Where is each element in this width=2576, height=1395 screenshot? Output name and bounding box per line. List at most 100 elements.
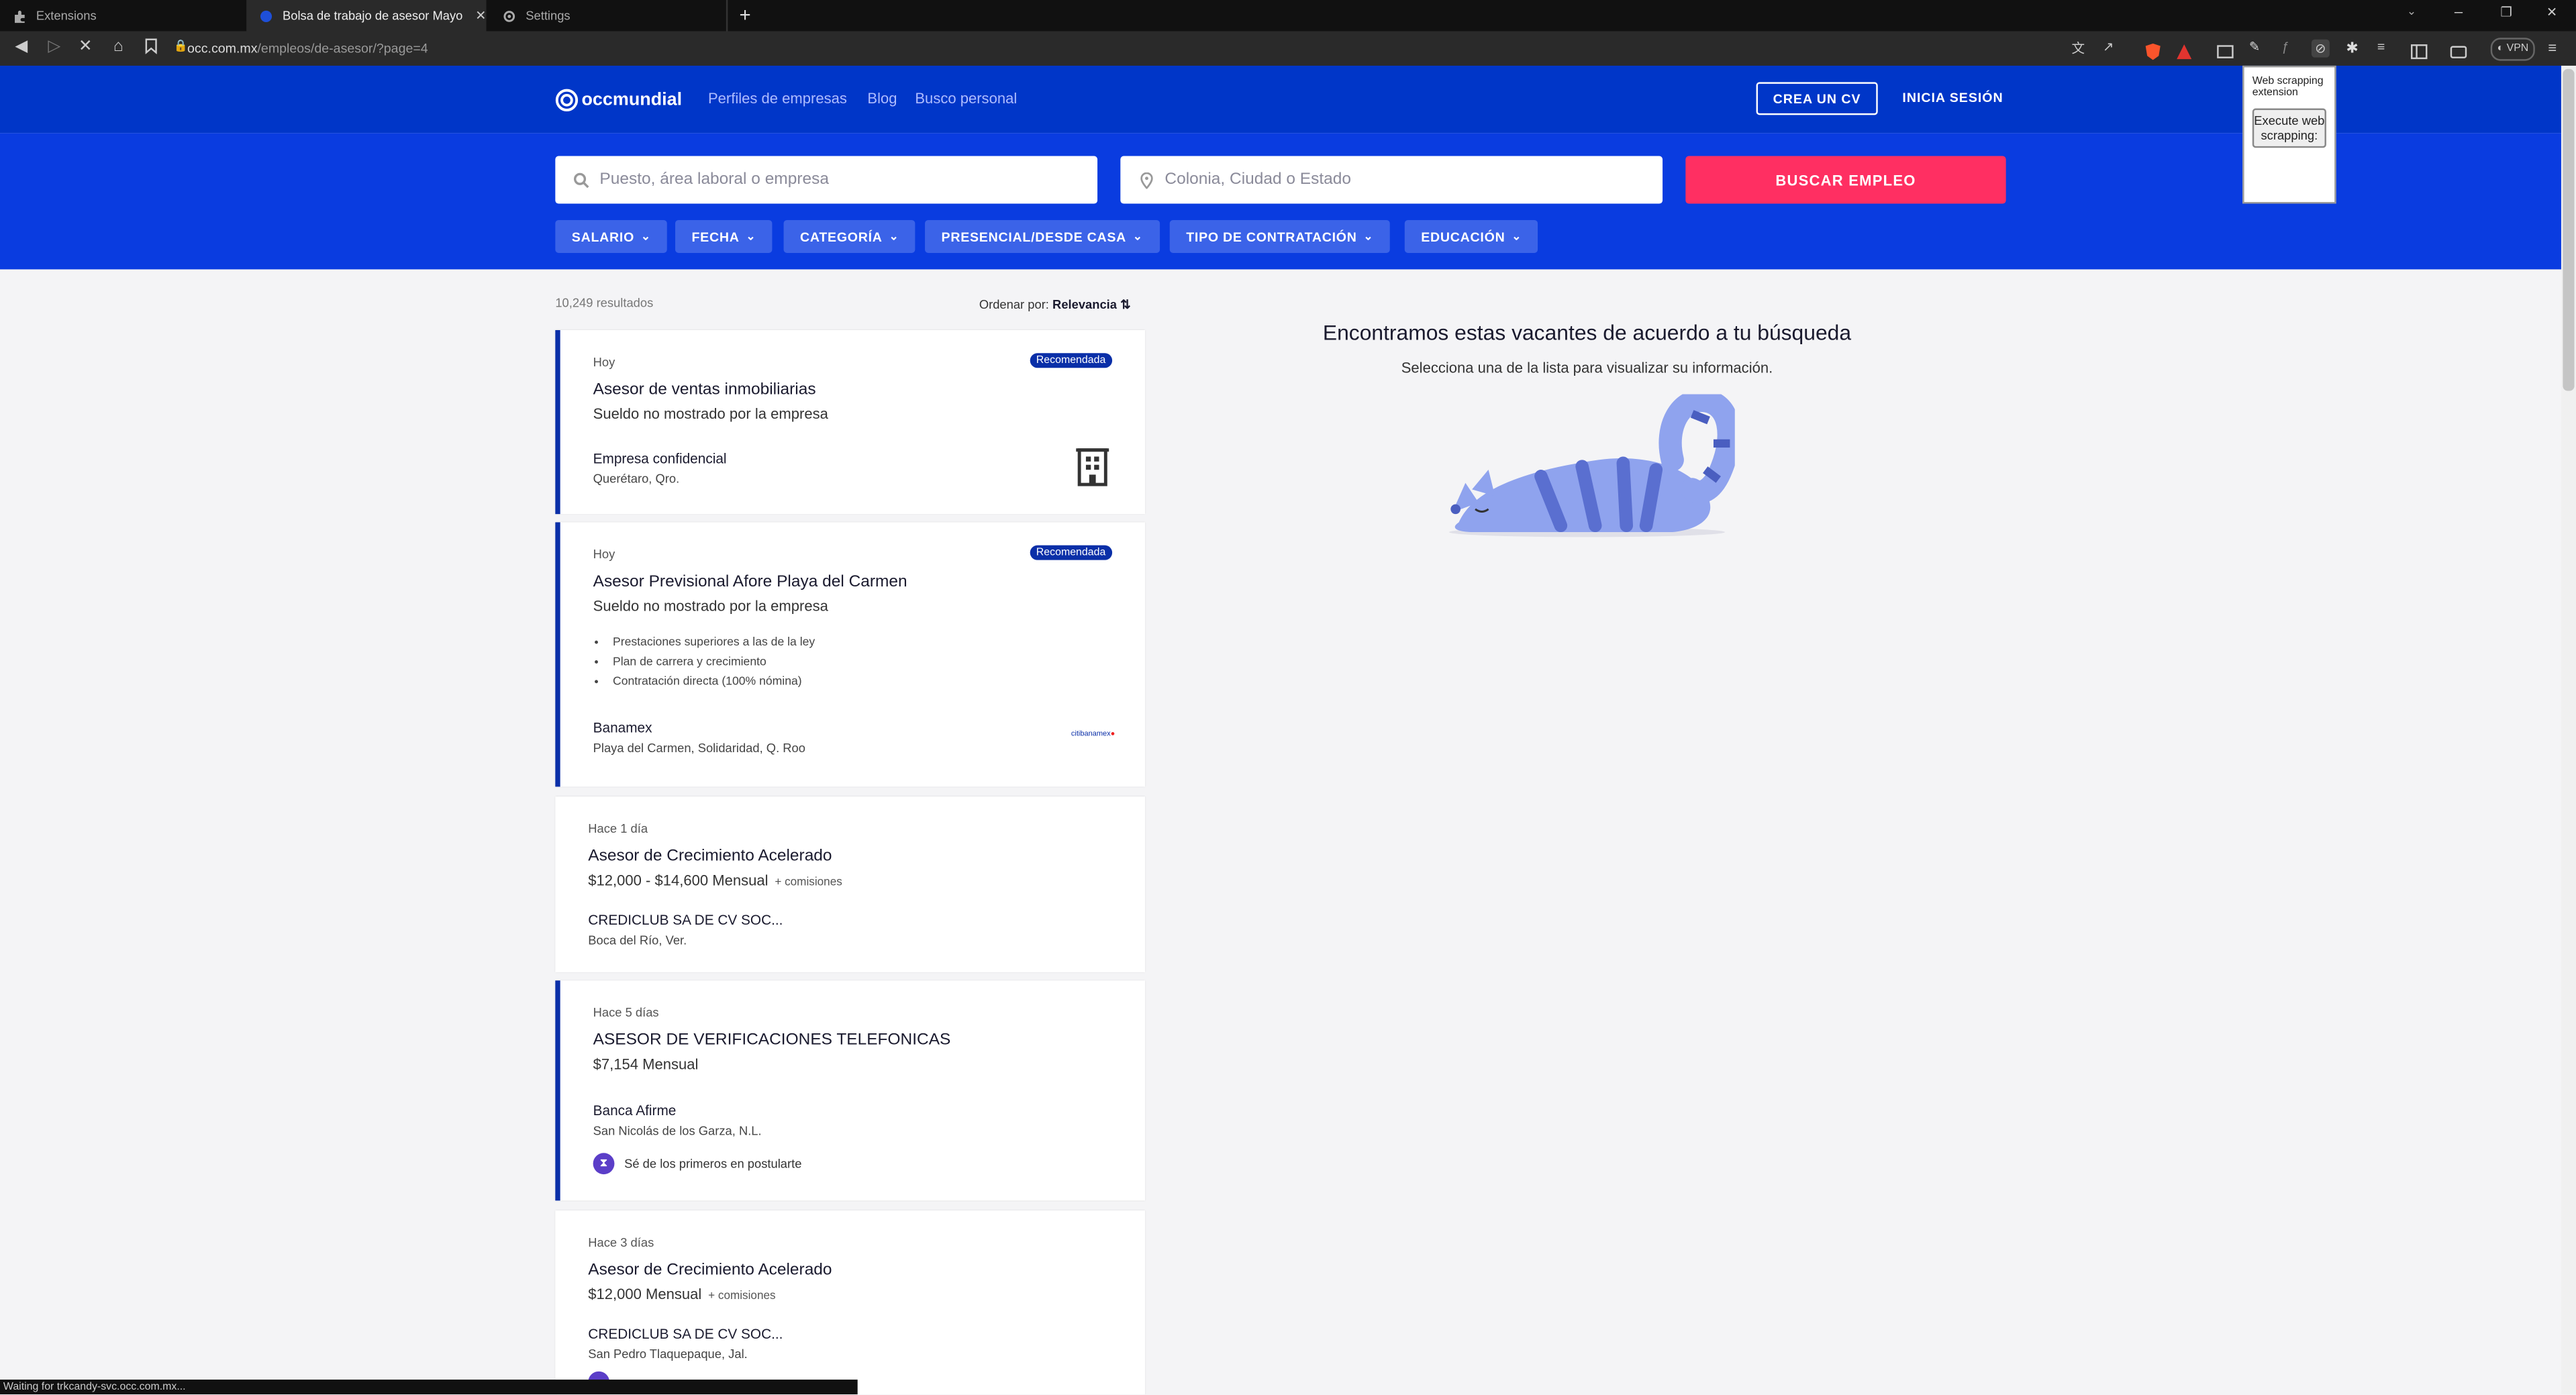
tab-search-icon[interactable]: ⌄ [2407, 5, 2416, 18]
filter-label: FECHA [691, 229, 740, 244]
job-card[interactable]: Hace 1 día Asesor de Crecimiento Acelera… [555, 796, 1146, 973]
job-card[interactable]: Hace 3 días Asesor de Crecimiento Aceler… [555, 1210, 1146, 1395]
occ-logo-icon [555, 89, 579, 111]
building-icon [1075, 445, 1111, 494]
job-highlights: Prestaciones superiores a las de la ley … [593, 632, 815, 691]
browser-tab-bar: Extensions Bolsa de trabajo de asesor Ma… [0, 0, 2576, 32]
filter-label: PRESENCIAL/DESDE CASA [941, 229, 1127, 244]
gear-icon [503, 9, 516, 22]
minimize-icon[interactable]: – [2455, 3, 2463, 19]
job-card[interactable]: Hoy Recomendada Asesor de ventas inmobil… [555, 329, 1146, 515]
brave-shield-icon[interactable] [2144, 40, 2162, 60]
reading-list-icon[interactable]: ≡ [2377, 40, 2395, 58]
close-window-icon[interactable]: ✕ [2546, 5, 2557, 19]
script-extension-icon[interactable]: ƒ [2282, 40, 2300, 58]
share-icon[interactable]: ↗ [2103, 40, 2121, 58]
chevron-down-icon: ⌄ [1363, 231, 1374, 244]
home-icon[interactable]: ⌂ [109, 38, 128, 57]
tab-title: Extensions [36, 8, 97, 23]
salary-amount: $12,000 Mensual [588, 1286, 702, 1303]
job-date: Hoy [593, 547, 615, 562]
site-header [0, 65, 2561, 134]
filter-label: CATEGORÍA [800, 229, 883, 244]
job-location: Playa del Carmen, Solidaridad, Q. Roo [593, 740, 805, 756]
translate-icon[interactable]: 文 [2072, 40, 2090, 58]
forward-icon[interactable]: ▷ [44, 38, 64, 57]
nav-perfiles-empresas[interactable]: Perfiles de empresas [708, 91, 847, 107]
hourglass-icon: ⧗ [593, 1153, 615, 1175]
sort-value: Relevancia [1052, 297, 1118, 313]
job-title[interactable]: Asesor de Crecimiento Acelerado [588, 1261, 832, 1280]
scrollbar-thumb[interactable] [2563, 68, 2575, 391]
job-salary: Sueldo no mostrado por la empresa [593, 405, 828, 423]
job-salary: $12,000 Mensual + comisiones [588, 1286, 775, 1302]
job-title[interactable]: ASESOR DE VERIFICACIONES TELEFONICAS [593, 1031, 951, 1049]
job-location: San Pedro Tlaquepaque, Jal. [588, 1347, 748, 1362]
filter-label: TIPO DE CONTRATACIÓN [1186, 229, 1357, 244]
extension-screen-icon[interactable] [2216, 40, 2234, 58]
job-card[interactable]: Hace 5 días ASESOR DE VERIFICACIONES TEL… [555, 980, 1146, 1201]
logo-text: citibanamex [1071, 729, 1111, 738]
filter-tipo-contratacion[interactable]: TIPO DE CONTRATACIÓN ⌄ [1169, 219, 1390, 253]
job-card[interactable]: Hoy Recomendada Asesor Previsional Afore… [555, 522, 1146, 787]
job-salary: $7,154 Mensual [593, 1055, 699, 1073]
search-jobs-button[interactable]: BUSCAR EMPLEO [1685, 156, 2006, 204]
occ-logo[interactable]: occmundial [555, 87, 682, 113]
tab-extensions[interactable]: Extensions [0, 0, 243, 32]
job-title[interactable]: Asesor de ventas inmobiliarias [593, 381, 816, 399]
job-salary: $12,000 - $14,600 Mensual + comisiones [588, 872, 842, 888]
job-title[interactable]: Asesor de Crecimiento Acelerado [588, 847, 832, 866]
close-tab-icon[interactable]: ✕ [475, 8, 486, 23]
nav-blog[interactable]: Blog [867, 91, 897, 107]
stop-loading-icon[interactable]: ✕ [76, 38, 95, 57]
job-highlight: Contratación directa (100% nómina) [613, 672, 815, 691]
job-date: Hace 1 día [588, 821, 648, 836]
tab-occ[interactable]: Bolsa de trabajo de asesor Mayo 2 ✕ [246, 0, 487, 32]
filter-educacion[interactable]: EDUCACIÓN ⌄ [1404, 219, 1538, 253]
brave-rewards-icon[interactable] [2175, 40, 2193, 60]
back-icon[interactable]: ◀ [11, 38, 31, 57]
detail-empty-title: Encontramos estas vacantes de acuerdo a … [1322, 320, 1852, 346]
sort-arrows-icon: ⇅ [1120, 297, 1131, 313]
filter-fecha[interactable]: FECHA ⌄ [675, 219, 773, 253]
chevron-down-icon: ⌄ [889, 231, 899, 244]
chevron-down-icon: ⌄ [746, 231, 756, 244]
location-search-input[interactable]: Colonia, Ciudad o Estado [1120, 156, 1663, 204]
banamex-logo: citibanamex● [1071, 729, 1115, 737]
wallet-icon[interactable] [2450, 40, 2468, 58]
job-salary: Sueldo no mostrado por la empresa [593, 597, 828, 615]
url-bar[interactable]: occ.com.mx/empleos/de-asesor/?page=4 [187, 38, 428, 59]
tab-settings[interactable]: Settings [489, 0, 728, 32]
menu-icon[interactable]: ≡ [2548, 40, 2566, 58]
job-title[interactable]: Asesor Previsional Afore Playa del Carme… [593, 573, 907, 591]
filter-salario[interactable]: SALARIO ⌄ [555, 219, 668, 253]
url-path: /empleos/de-asesor/?page=4 [257, 41, 428, 56]
filter-categoria[interactable]: CATEGORÍA ⌄ [783, 219, 916, 253]
extensions-puzzle-icon[interactable]: ✱ [2346, 40, 2364, 58]
chevron-down-icon: ⌄ [1512, 231, 1522, 244]
active-extension-icon[interactable]: ⊘ [2311, 39, 2330, 58]
restore-icon[interactable]: ❐ [2500, 5, 2512, 19]
nav-busco-personal[interactable]: Busco personal [915, 91, 1017, 107]
keyword-search-input[interactable]: Puesto, área laboral o empresa [555, 156, 1098, 204]
chevron-down-icon: ⌄ [1132, 231, 1143, 244]
new-tab-icon[interactable]: + [739, 3, 750, 26]
execute-web-scrapping-button[interactable]: Execute web scrapping: [2252, 108, 2326, 148]
web-scrapping-extension-icon[interactable]: ✎ [2249, 40, 2267, 58]
salary-amount: $12,000 - $14,600 Mensual [588, 872, 769, 889]
sort-control[interactable]: Ordenar por: Relevancia ⇅ [979, 297, 1131, 312]
create-cv-button[interactable]: CREA UN CV [1756, 82, 1878, 115]
login-button[interactable]: INICIA SESIÓN [1902, 91, 2003, 105]
filter-modalidad[interactable]: PRESENCIAL/DESDE CASA ⌄ [925, 219, 1160, 253]
popup-description: Web scrapping extension [2252, 75, 2324, 99]
sidebar-icon[interactable] [2410, 40, 2428, 60]
job-location: Querétaro, Qro. [593, 471, 680, 486]
job-date: Hoy [593, 354, 615, 370]
salary-extra: + comisiones [708, 1290, 776, 1303]
vpn-button[interactable]: ◐ VPN [2490, 38, 2536, 61]
sleeping-cat-illustration [1442, 389, 1740, 550]
recommended-badge: Recomendada [1030, 545, 1113, 560]
banamex-logo-mark-icon: ● [1110, 729, 1116, 738]
bookmark-icon[interactable] [142, 38, 161, 57]
occ-favicon-icon [260, 9, 273, 22]
